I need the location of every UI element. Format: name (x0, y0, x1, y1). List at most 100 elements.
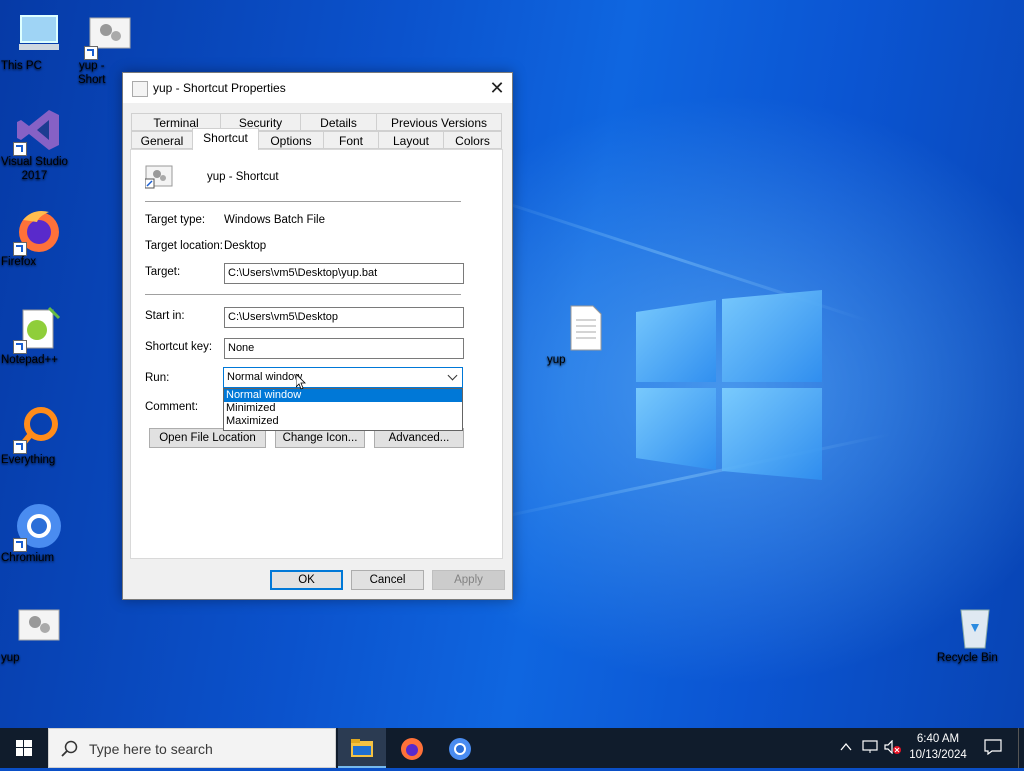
tab-options[interactable]: Options (258, 131, 324, 149)
taskbar-clock[interactable]: 6:40 AM 10/13/2024 (902, 731, 974, 763)
batch-file-icon (84, 10, 134, 60)
windows-logo-wallpaper (636, 290, 822, 480)
desktop-icon-label: yup (1, 652, 20, 664)
run-label: Run: (145, 372, 170, 384)
run-selected-value: Normal window (227, 371, 303, 383)
firefox-icon (13, 206, 63, 256)
run-option-maximized[interactable]: Maximized (224, 415, 462, 428)
comment-label: Comment: (145, 401, 199, 413)
notepad-plus-plus-icon (13, 304, 63, 354)
advanced-button[interactable]: Advanced... (374, 428, 464, 448)
divider (145, 294, 461, 295)
dialog-title: yup - Shortcut Properties (153, 81, 286, 95)
change-icon-button[interactable]: Change Icon... (275, 428, 365, 448)
target-location-value: Desktop (224, 240, 267, 252)
desktop-icon-label: Chromium (1, 552, 55, 564)
start-in-input[interactable]: C:\Users\vm5\Desktop (224, 307, 464, 328)
firefox-icon (401, 738, 423, 760)
desktop-icon-label: yup - Short (78, 60, 106, 86)
shortcut-key-input[interactable]: None (224, 338, 464, 359)
search-icon (61, 740, 78, 757)
desktop-icon-recycle-bin[interactable]: Recycle Bin (937, 602, 1013, 664)
tab-font[interactable]: Font (323, 131, 379, 149)
tab-previous-versions[interactable]: Previous Versions (376, 113, 502, 131)
shortcut-key-label: Shortcut key: (145, 341, 213, 353)
cancel-button[interactable]: Cancel (351, 570, 424, 590)
batch-file-icon (15, 602, 63, 650)
taskbar-search-box[interactable]: Type here to search (48, 728, 336, 768)
desktop-icon-label: Everything (1, 454, 56, 466)
desktop-icon-chromium[interactable]: Chromium (1, 502, 77, 564)
tab-layout[interactable]: Layout (378, 131, 444, 149)
target-type-label: Target type: (145, 214, 206, 226)
tab-colors[interactable]: Colors (443, 131, 502, 149)
title-bar[interactable]: yup - Shortcut Properties ✕ (123, 73, 512, 103)
desktop-icon-firefox[interactable]: Firefox (1, 206, 77, 268)
shortcut-arrow-icon (84, 46, 98, 60)
desktop[interactable]: This PC yup - Short Visual Studio 2017 F… (0, 0, 1024, 728)
desktop-icon-label: Firefox (1, 256, 37, 268)
desktop-icon-notepad-plus-plus[interactable]: Notepad++ (1, 304, 77, 366)
desktop-icon-label: Visual Studio 2017 (1, 156, 68, 182)
desktop-icon-yup-bat[interactable]: yup (1, 602, 77, 664)
shortcut-arrow-icon (13, 440, 27, 454)
recycle-bin-icon (951, 602, 999, 650)
taskbar-firefox[interactable] (388, 728, 436, 768)
tab-general[interactable]: General (131, 131, 193, 149)
chevron-down-icon[interactable] (447, 370, 458, 381)
start-button[interactable] (0, 728, 48, 768)
batch-file-icon (144, 163, 173, 191)
text-file-icon (561, 304, 609, 352)
desktop-icon-everything[interactable]: Everything (1, 404, 77, 466)
run-option-minimized[interactable]: Minimized (224, 402, 462, 415)
apply-button[interactable]: Apply (432, 570, 505, 590)
run-option-normal-window[interactable]: Normal window (224, 389, 462, 402)
volume-muted-icon[interactable] (884, 739, 902, 758)
computer-icon (15, 10, 63, 58)
clock-date: 10/13/2024 (909, 749, 967, 761)
tab-details[interactable]: Details (300, 113, 377, 131)
desktop-icon-visual-studio[interactable]: Visual Studio 2017 (1, 106, 77, 182)
folder-icon (351, 739, 373, 757)
target-input[interactable]: C:\Users\vm5\Desktop\yup.bat (224, 263, 464, 284)
shortcut-tab-panel: yup - Shortcut Target type: Windows Batc… (130, 149, 503, 559)
shortcut-properties-dialog[interactable]: yup - Shortcut Properties ✕ Terminal Sec… (122, 72, 513, 600)
start-in-label: Start in: (145, 310, 185, 322)
desktop-icon-label: Notepad++ (1, 354, 58, 366)
close-button[interactable]: ✕ (482, 73, 512, 103)
search-placeholder: Type here to search (89, 741, 213, 757)
run-select[interactable]: Normal window (223, 367, 463, 388)
visual-studio-icon (13, 106, 63, 156)
taskbar-chromium[interactable] (436, 728, 484, 768)
desktop-icon-this-pc[interactable]: This PC (1, 10, 77, 72)
everything-search-icon (13, 404, 63, 454)
tab-shortcut[interactable]: Shortcut (192, 128, 259, 150)
network-icon[interactable] (862, 740, 878, 758)
chromium-icon (13, 502, 63, 552)
shortcut-arrow-icon (13, 242, 27, 256)
shortcut-arrow-icon (13, 538, 27, 552)
target-type-value: Windows Batch File (224, 214, 325, 226)
open-file-location-button[interactable]: Open File Location (149, 428, 266, 448)
desktop-icon-label: yup (547, 354, 566, 366)
desktop-icon-label: Recycle Bin (937, 652, 998, 664)
target-label: Target: (145, 266, 181, 278)
taskbar-file-explorer[interactable] (338, 728, 386, 768)
show-desktop-button[interactable] (1018, 728, 1024, 768)
desktop-icon-label: This PC (1, 60, 42, 72)
shortcut-name: yup - Shortcut (207, 171, 279, 183)
run-dropdown-list[interactable]: Normal window Minimized Maximized (223, 388, 463, 431)
windows-start-icon (16, 740, 32, 756)
clock-time: 6:40 AM (916, 733, 960, 745)
shortcut-properties-icon (132, 81, 148, 97)
notifications-icon[interactable] (984, 739, 1002, 759)
chromium-icon (449, 738, 471, 760)
ok-button[interactable]: OK (270, 570, 343, 590)
show-hidden-icons-chevron-up-icon[interactable] (840, 740, 852, 758)
shortcut-arrow-icon (13, 340, 27, 354)
target-location-label: Target location: (145, 240, 223, 252)
desktop-icon-yup-text[interactable]: yup (547, 304, 623, 366)
shortcut-arrow-icon (13, 142, 27, 156)
taskbar: Type here to search 6:40 AM 10/13/2024 (0, 728, 1024, 768)
desktop-icon-yup-shortcut[interactable]: yup - Short (78, 10, 142, 86)
